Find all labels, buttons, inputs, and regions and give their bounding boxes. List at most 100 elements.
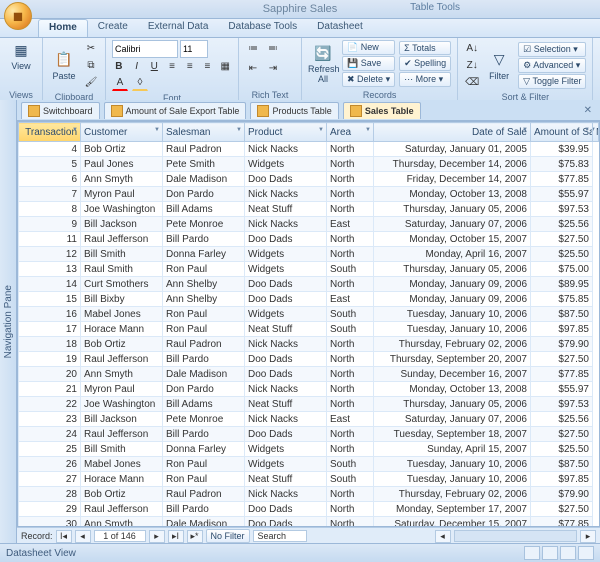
cell[interactable]: South [327, 457, 374, 472]
cell[interactable]: North [327, 337, 374, 352]
bullets-button[interactable]: ≔ [245, 40, 261, 56]
cell[interactable]: Thursday, January 05, 2006 [374, 202, 531, 217]
cell[interactable]: Doo Dads [245, 232, 327, 247]
cell[interactable]: Nick Nacks [245, 487, 327, 502]
column-header-area[interactable]: Area ▼ [327, 123, 374, 142]
cell[interactable]: Nick Nacks [245, 337, 327, 352]
cell[interactable]: South [327, 262, 374, 277]
cell[interactable]: Ann Smyth [81, 367, 163, 382]
design-view-button[interactable] [578, 546, 594, 560]
cell[interactable]: Nick Nacks [245, 382, 327, 397]
cell[interactable]: Friday, December 14, 2007 [374, 172, 531, 187]
cell[interactable]: Saturday, December 15, 2007 [374, 517, 531, 528]
cell[interactable]: Thursday, September 20, 2007 [374, 352, 531, 367]
cell[interactable]: North [327, 142, 374, 157]
cell[interactable]: East [327, 217, 374, 232]
cell[interactable]: $75.85 [531, 292, 593, 307]
cell[interactable]: 4 [19, 142, 81, 157]
align-left-button[interactable]: ≡ [165, 58, 179, 74]
cell[interactable]: $55.97 [531, 382, 593, 397]
cell[interactable]: $77.85 [531, 172, 593, 187]
cell[interactable]: Raul Jefferson [81, 502, 163, 517]
cell[interactable]: Tuesday, January 10, 2006 [374, 457, 531, 472]
cell[interactable]: 29 [19, 502, 81, 517]
cell[interactable]: Mabel Jones [81, 307, 163, 322]
cell[interactable]: North [327, 382, 374, 397]
spelling-button[interactable]: ✔ Spelling [399, 56, 451, 71]
column-header-product[interactable]: Product ▼ [245, 123, 327, 142]
hscroll-right[interactable]: ▸ [580, 530, 596, 543]
table-row[interactable]: 29Raul JeffersonBill PardoDoo DadsNorthM… [19, 502, 599, 517]
cell[interactable]: North [327, 367, 374, 382]
cell[interactable]: Ron Paul [163, 472, 245, 487]
cell[interactable]: Neat Stuff [245, 397, 327, 412]
column-header-me[interactable]: Me ▼ [593, 123, 599, 142]
cell[interactable]: Doo Dads [245, 292, 327, 307]
cell[interactable]: $25.50 [531, 247, 593, 262]
copy-icon[interactable]: ⧉ [83, 57, 99, 73]
cell[interactable]: Bob Ortiz [81, 337, 163, 352]
cell[interactable]: Don Pardo [163, 382, 245, 397]
cell[interactable]: Thursday, January 05, 2006 [374, 397, 531, 412]
new-record-button[interactable]: 📄 New [342, 40, 395, 55]
cell[interactable]: $27.50 [531, 427, 593, 442]
underline-button[interactable]: U [147, 58, 161, 74]
cell[interactable]: 27 [19, 472, 81, 487]
record-position[interactable]: 1 of 146 [94, 530, 146, 542]
font-size[interactable] [180, 40, 208, 58]
navigation-pane-toggle[interactable]: Navigation Pane [0, 100, 17, 544]
prev-record-button[interactable]: ◂ [75, 530, 91, 543]
cell[interactable]: South [327, 472, 374, 487]
cell[interactable]: $79.90 [531, 337, 593, 352]
cell[interactable]: Ron Paul [163, 262, 245, 277]
cell[interactable]: Neat Stuff [245, 472, 327, 487]
toggle-filter-button[interactable]: ▽ Toggle Filter [518, 74, 586, 89]
cell[interactable]: Monday, October 13, 2008 [374, 382, 531, 397]
column-header-transaction[interactable]: Transaction ▼ [19, 123, 81, 142]
next-record-button[interactable]: ▸ [149, 530, 165, 543]
cell[interactable]: Donna Farley [163, 442, 245, 457]
cell[interactable]: 28 [19, 487, 81, 502]
column-header-amount-of-sale[interactable]: Amount of Sale ▼ [531, 123, 593, 142]
cell[interactable]: Bill Jackson [81, 217, 163, 232]
cell[interactable]: Ron Paul [163, 457, 245, 472]
cell[interactable]: $27.50 [531, 352, 593, 367]
cell[interactable]: 11 [19, 232, 81, 247]
delete-button[interactable]: ✖ Delete ▾ [342, 72, 395, 87]
table-row[interactable]: 22Joe WashingtonBill AdamsNeat StuffNort… [19, 397, 599, 412]
cell[interactable]: $25.50 [531, 442, 593, 457]
cell[interactable]: South [327, 322, 374, 337]
datasheet-view-button[interactable] [524, 546, 540, 560]
table-row[interactable]: 18Bob OrtizRaul PadronNick NacksNorthThu… [19, 337, 599, 352]
cell[interactable]: Dale Madison [163, 367, 245, 382]
table-row[interactable]: 19Raul JeffersonBill PardoDoo DadsNorthT… [19, 352, 599, 367]
cell[interactable]: South [327, 307, 374, 322]
pivot-view-button[interactable] [542, 546, 558, 560]
cell[interactable]: Thursday, February 02, 2006 [374, 487, 531, 502]
more-button[interactable]: ⋯ More ▾ [399, 72, 451, 87]
cell[interactable]: Ann Shelby [163, 292, 245, 307]
cell[interactable]: Curt Smothers [81, 277, 163, 292]
column-header-date-of-sale[interactable]: Date of Sale ▼ [374, 123, 531, 142]
ribbon-tab-create[interactable]: Create [88, 19, 138, 37]
numbering-button[interactable]: ≕ [265, 40, 281, 56]
cell[interactable]: Dale Madison [163, 517, 245, 528]
column-header-salesman[interactable]: Salesman ▼ [163, 123, 245, 142]
cell[interactable]: Dale Madison [163, 172, 245, 187]
totals-button[interactable]: Σ Totals [399, 41, 451, 55]
column-header-customer[interactable]: Customer ▼ [81, 123, 163, 142]
cell[interactable]: Widgets [245, 457, 327, 472]
advanced-button[interactable]: ⚙ Advanced ▾ [518, 58, 586, 73]
cell[interactable]: North [327, 517, 374, 528]
cell[interactable]: North [327, 427, 374, 442]
table-row[interactable]: 15Bill BixbyAnn ShelbyDoo DadsEastMonday… [19, 292, 599, 307]
cell[interactable]: Pete Smith [163, 157, 245, 172]
cell[interactable]: Monday, October 15, 2007 [374, 232, 531, 247]
table-row[interactable]: 25Bill SmithDonna FarleyWidgetsNorthSund… [19, 442, 599, 457]
cell[interactable]: $55.97 [531, 187, 593, 202]
table-row[interactable]: 26Mabel JonesRon PaulWidgetsSouthTuesday… [19, 457, 599, 472]
cell[interactable]: 15 [19, 292, 81, 307]
cell[interactable]: Joe Washington [81, 202, 163, 217]
cell[interactable]: East [327, 412, 374, 427]
cell[interactable]: Myron Paul [81, 187, 163, 202]
